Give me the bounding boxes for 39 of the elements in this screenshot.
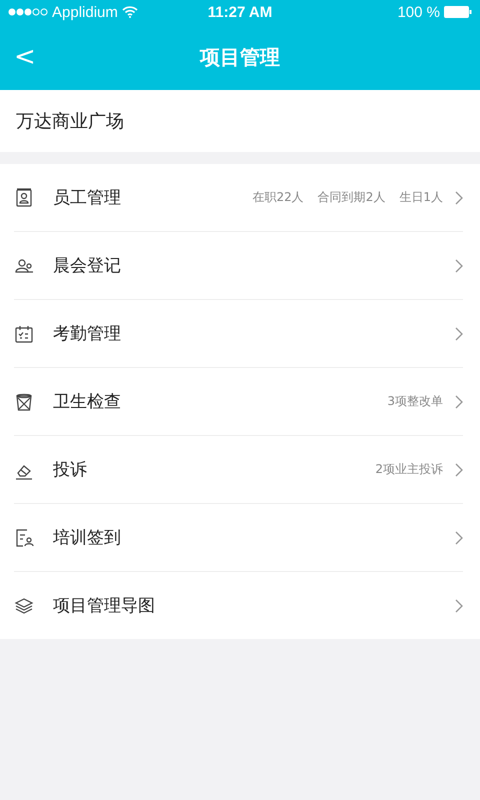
chevron-icon: [455, 462, 463, 476]
chevron-icon: [455, 598, 463, 612]
layers-icon: [14, 596, 34, 616]
chevron-icon: [455, 258, 463, 272]
chevron-icon: [455, 394, 463, 408]
menu-label: 晨会登记: [53, 255, 122, 277]
document-person-icon: [14, 528, 34, 548]
menu-label: 考勤管理: [53, 323, 122, 345]
menu-item[interactable]: 晨会登记: [14, 232, 463, 300]
menu-item[interactable]: 考勤管理: [14, 300, 463, 368]
chevron-icon: [455, 326, 463, 340]
item-detail: 在职22人: [252, 189, 304, 206]
menu-label: 项目管理导图: [53, 595, 156, 617]
project-name: 万达商业广场: [16, 110, 124, 133]
battery-icon: [444, 6, 472, 18]
status-time: 11:27 AM: [208, 4, 272, 20]
item-detail: 2项业主投诉: [375, 461, 443, 478]
menu-item[interactable]: 培训签到: [14, 504, 463, 572]
item-detail: 生日1人: [399, 189, 443, 206]
menu-item[interactable]: 投诉 2项业主投诉: [14, 436, 463, 504]
battery-percent: 100 %: [397, 4, 440, 20]
item-detail: 3项整改单: [387, 393, 443, 410]
item-detail: 合同到期2人: [318, 189, 386, 206]
menu-item[interactable]: 卫生检查 3项整改单: [14, 368, 463, 436]
chevron-icon: [455, 530, 463, 544]
menu-label: 投诉: [53, 459, 88, 481]
menu-item[interactable]: 项目管理导图: [14, 572, 463, 639]
menu-label: 员工管理: [53, 187, 122, 209]
page-title: 项目管理: [200, 44, 280, 68]
chevron-icon: [455, 190, 463, 204]
menu-item[interactable]: 员工管理 在职22人 合同到期2人 生日1人: [14, 164, 463, 232]
menu-label: 卫生检查: [53, 391, 122, 413]
signal-icon: [8, 8, 48, 16]
carrier-name: Applidium: [52, 4, 118, 20]
calendar-icon: [14, 324, 34, 344]
wastebasket-icon: [14, 392, 34, 412]
contact-card-icon: [14, 188, 34, 208]
menu-label: 培训签到: [53, 527, 122, 549]
wifi-icon: [122, 6, 138, 18]
